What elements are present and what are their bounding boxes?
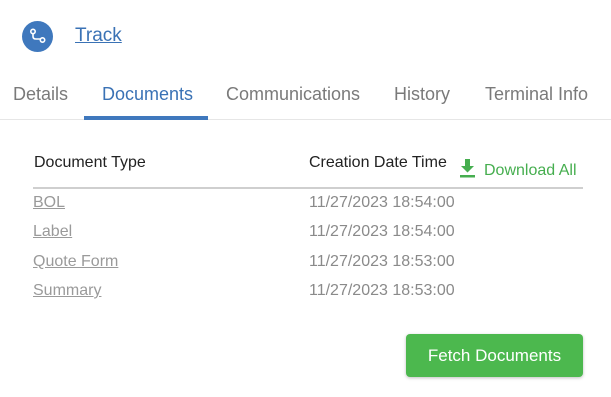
- table-row: BOL 11/27/2023 18:54:00: [33, 194, 583, 218]
- tab-documents[interactable]: Documents: [102, 74, 193, 120]
- track-header: Track: [22, 20, 122, 52]
- creation-date: 11/27/2023 18:54:00: [309, 223, 455, 240]
- creation-date: 11/27/2023 18:53:00: [309, 253, 455, 270]
- documents-table-header: Document Type Creation Date Time Downloa…: [33, 152, 583, 189]
- download-icon: [459, 158, 476, 183]
- tab-history[interactable]: History: [394, 74, 450, 120]
- download-all-button[interactable]: Download All: [459, 158, 577, 183]
- creation-date: 11/27/2023 18:53:00: [309, 282, 455, 299]
- route-icon[interactable]: [22, 20, 53, 52]
- tab-terminal-info[interactable]: Terminal Info: [485, 74, 588, 120]
- fetch-documents-button[interactable]: Fetch Documents: [406, 334, 583, 377]
- download-all-label: Download All: [484, 161, 577, 179]
- document-link-quote-form[interactable]: Quote Form: [33, 253, 118, 271]
- tab-details[interactable]: Details: [13, 74, 68, 120]
- document-link-bol[interactable]: BOL: [33, 194, 65, 212]
- table-row: Summary 11/27/2023 18:53:00: [33, 282, 583, 306]
- column-header-document-type: Document Type: [34, 154, 146, 171]
- tab-bar: Details Documents Communications History…: [0, 74, 611, 120]
- document-link-summary[interactable]: Summary: [33, 282, 101, 300]
- tab-communications[interactable]: Communications: [226, 74, 360, 120]
- table-row: Label 11/27/2023 18:54:00: [33, 223, 583, 247]
- track-link[interactable]: Track: [75, 25, 122, 47]
- table-row: Quote Form 11/27/2023 18:53:00: [33, 253, 583, 277]
- active-tab-indicator: [84, 116, 208, 120]
- column-header-creation-date: Creation Date Time: [309, 154, 447, 171]
- creation-date: 11/27/2023 18:54:00: [309, 194, 455, 211]
- document-link-label[interactable]: Label: [33, 223, 72, 241]
